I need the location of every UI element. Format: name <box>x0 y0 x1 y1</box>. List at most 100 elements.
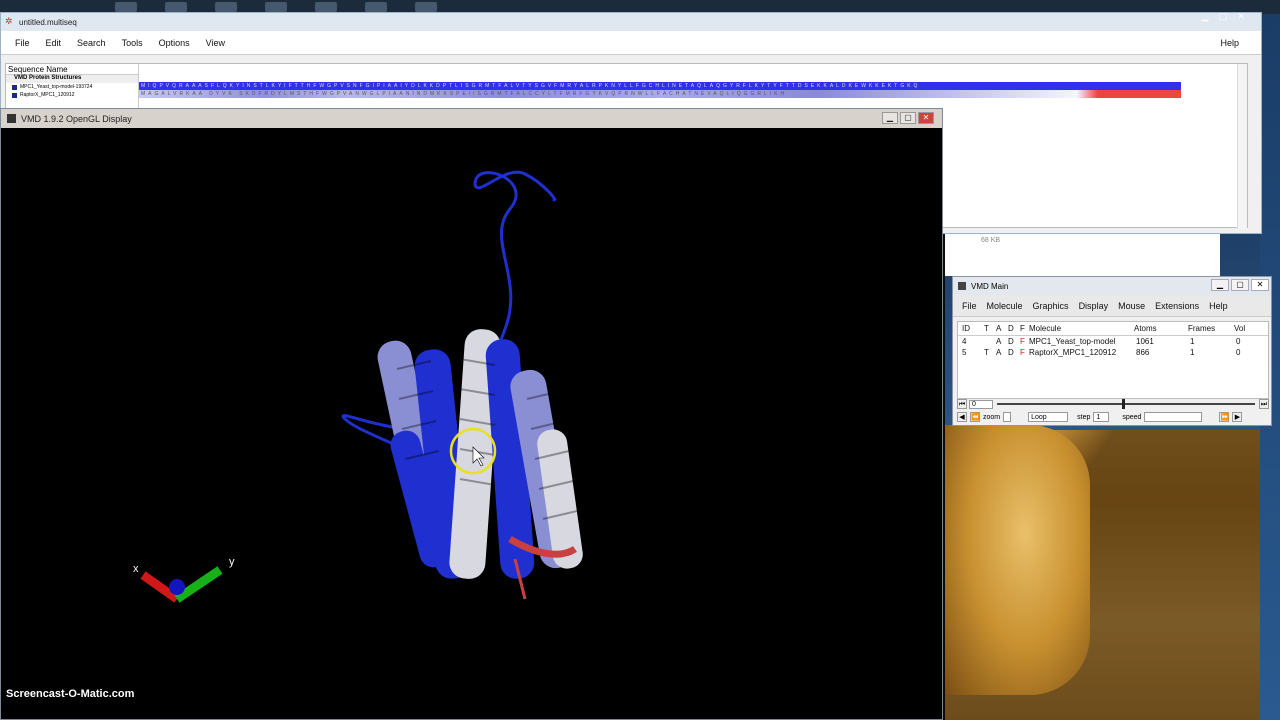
menu-tools[interactable]: Tools <box>122 38 143 48</box>
color-swatch <box>12 84 17 90</box>
vmd-main-title: VMD Main <box>971 281 1009 291</box>
opengl-titlebar[interactable]: VMD 1.9.2 OpenGL Display ▁ ▢ ✕ <box>1 109 942 128</box>
col-drawn: D <box>1008 324 1014 333</box>
menu-extensions[interactable]: Extensions <box>1155 301 1199 311</box>
sequence-row[interactable]: MIQPVQRAAASFLQKYINSTLKYIFTTHFWGPVSNFGIPI… <box>139 82 1181 90</box>
menu-edit[interactable]: Edit <box>46 38 62 48</box>
maximize-button[interactable]: ▢ <box>1217 11 1229 21</box>
menu-view[interactable]: View <box>206 38 225 48</box>
group-label[interactable]: VMD Protein Structures <box>6 75 138 83</box>
mol-vol: 0 <box>1236 348 1241 357</box>
maximize-button[interactable]: ▢ <box>1231 279 1249 291</box>
last-frame-button[interactable]: ⏭ <box>1259 399 1269 409</box>
menu-mouse[interactable]: Mouse <box>1118 301 1145 311</box>
zoom-label: zoom <box>983 413 1001 421</box>
col-vol: Vol <box>1234 324 1246 333</box>
taskbar-item[interactable] <box>315 2 337 12</box>
col-active: A <box>996 324 1002 333</box>
mol-fixed[interactable]: F <box>1020 336 1025 347</box>
menu-display[interactable]: Display <box>1079 301 1109 311</box>
speed-slider[interactable] <box>1144 412 1203 422</box>
menu-file[interactable]: File <box>15 38 30 48</box>
sequence-name: MPC1_Yeast_top-model-193724 <box>20 84 93 90</box>
mol-drawn[interactable]: D <box>1008 347 1014 358</box>
speed-label: speed <box>1122 413 1142 421</box>
taskbar-item[interactable] <box>215 2 237 12</box>
taskbar-item[interactable] <box>415 2 437 12</box>
zoom-checkbox[interactable] <box>1003 412 1012 422</box>
play-forward-button[interactable]: ▶ <box>1232 412 1243 422</box>
menu-file[interactable]: File <box>962 301 977 311</box>
vmd-main-titlebar[interactable]: VMD Main ▁ ▢ ✕ <box>953 277 1271 295</box>
mol-fixed[interactable]: F <box>1020 347 1025 358</box>
alignment-area[interactable]: MIQPVQRAAASFLQKYINSTLKYIFTTHFWGPVSNFGIPI… <box>139 82 1181 100</box>
vmd-app-icon <box>7 114 16 123</box>
color-swatch <box>12 92 17 98</box>
col-fixed: F <box>1020 324 1025 333</box>
mol-top[interactable]: T <box>984 347 989 358</box>
molecule-canvas[interactable]: x y <box>5 129 940 714</box>
mol-id: 4 <box>962 337 967 346</box>
taskbar-item[interactable] <box>165 2 187 12</box>
frame-slider-row: ⏮ 0 ⏭ <box>957 399 1269 409</box>
menu-help[interactable]: Help <box>1220 38 1239 48</box>
file-size-text: 68 KB <box>981 237 1001 244</box>
mol-name: MPC1_Yeast_top-model <box>1029 337 1116 346</box>
col-id: ID <box>962 324 970 333</box>
desktop: ✲ untitled.multiseq ▁ ▢ ✕ File Edit Sear… <box>0 0 1280 720</box>
col-top: T <box>984 324 989 333</box>
menu-search[interactable]: Search <box>77 38 106 48</box>
taskbar-item[interactable] <box>115 2 137 12</box>
play-reverse-button[interactable]: ◀ <box>957 412 967 422</box>
sequence-name-row[interactable]: RaptorX_MPC1_120912 <box>6 91 138 99</box>
frame-input[interactable]: 0 <box>969 399 993 409</box>
taskbar-item[interactable] <box>365 2 387 12</box>
molecule-row[interactable]: 5 T A D F RaptorX_MPC1_120912 866 1 0 <box>958 347 1268 358</box>
molecule-list-header: ID T A D F Molecule Atoms Frames Vol <box>958 322 1268 336</box>
mol-active[interactable]: A <box>996 347 1001 358</box>
step-label: step <box>1077 413 1091 421</box>
sequence-name-header: Sequence Name <box>6 64 138 75</box>
sequence-row[interactable]: MAGALVRKAA DYVK SKDFRDYLMSTHFWGPVANWGLPI… <box>139 90 1181 98</box>
first-frame-button[interactable]: ⏮ <box>957 399 967 409</box>
molecule-list: ID T A D F Molecule Atoms Frames Vol 4 A… <box>957 321 1269 399</box>
vertical-scrollbar[interactable] <box>1237 64 1247 229</box>
close-button[interactable]: ✕ <box>918 112 934 124</box>
vmd-main-menubar: File Molecule Graphics Display Mouse Ext… <box>953 295 1271 317</box>
sequence-name-row[interactable]: MPC1_Yeast_top-model-193724 <box>6 83 138 91</box>
col-atoms: Atoms <box>1134 324 1157 333</box>
menu-options[interactable]: Options <box>159 38 190 48</box>
mol-frames: 1 <box>1190 337 1195 346</box>
loop-select[interactable]: Loop <box>1028 412 1069 422</box>
watermark-text: Screencast-O-Matic.com <box>6 688 135 700</box>
mol-active[interactable]: A <box>996 336 1001 347</box>
y-axis-label: y <box>229 556 235 568</box>
animation-controls: ⏮ 0 ⏭ ◀ ⏪ zoom Loop step 1 speed ⏩ ▶ <box>957 398 1269 424</box>
opengl-title: VMD 1.9.2 OpenGL Display <box>21 113 132 124</box>
menu-help[interactable]: Help <box>1209 301 1228 311</box>
multiseq-titlebar[interactable]: ✲ untitled.multiseq ▁ ▢ ✕ <box>1 11 1261 31</box>
minimize-button[interactable]: ▁ <box>882 112 898 124</box>
protein-loop <box>473 170 557 330</box>
frame-slider-handle[interactable] <box>1122 399 1125 409</box>
mol-atoms: 1061 <box>1136 337 1154 346</box>
step-forward-button[interactable]: ⏩ <box>1219 412 1230 422</box>
multiseq-menubar: File Edit Search Tools Options View Help <box>1 31 1261 55</box>
close-button[interactable]: ✕ <box>1251 279 1269 291</box>
mol-vol: 0 <box>1236 337 1241 346</box>
z-axis-arrow <box>169 579 185 595</box>
menu-graphics[interactable]: Graphics <box>1033 301 1069 311</box>
step-back-button[interactable]: ⏪ <box>970 412 980 422</box>
minimize-button[interactable]: ▁ <box>1211 279 1229 291</box>
molecule-row[interactable]: 4 A D F MPC1_Yeast_top-model 1061 1 0 <box>958 336 1268 347</box>
step-input[interactable]: 1 <box>1093 412 1110 422</box>
menu-molecule[interactable]: Molecule <box>987 301 1023 311</box>
maximize-button[interactable]: ▢ <box>900 112 916 124</box>
mol-drawn[interactable]: D <box>1008 336 1014 347</box>
frame-slider[interactable] <box>997 399 1255 409</box>
sequence-name: RaptorX_MPC1_120912 <box>20 92 75 98</box>
minimize-button[interactable]: ▁ <box>1199 11 1211 21</box>
taskbar-item[interactable] <box>265 2 287 12</box>
close-button[interactable]: ✕ <box>1235 11 1247 21</box>
x-axis-label: x <box>133 563 139 575</box>
